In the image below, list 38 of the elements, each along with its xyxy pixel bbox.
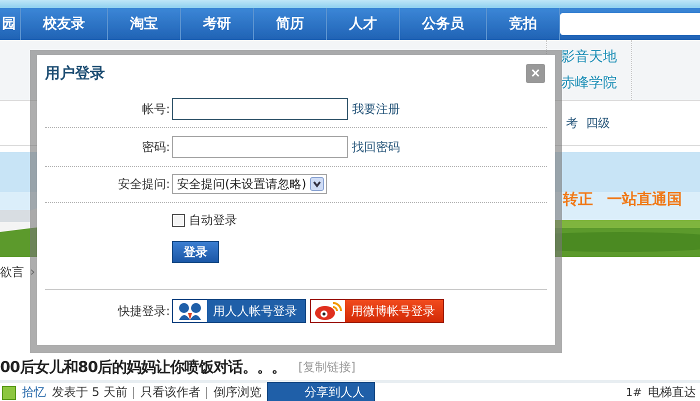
weibo-login-button[interactable]: 用微博帐号登录 bbox=[310, 299, 444, 323]
auto-login-label: 自动登录 bbox=[189, 212, 237, 229]
reverse-order-link[interactable]: 倒序浏览 bbox=[213, 384, 262, 401]
register-link[interactable]: 我要注册 bbox=[352, 100, 400, 118]
field-label: 帐号: bbox=[140, 100, 170, 118]
tag-link[interactable]: 考 bbox=[566, 114, 578, 132]
author-link[interactable]: 拾忆 bbox=[22, 384, 46, 401]
breadcrumb-separator: › bbox=[30, 264, 36, 280]
subnav-link[interactable]: 赤峰学院 bbox=[561, 74, 617, 92]
copy-link[interactable]: [复制链接] bbox=[298, 358, 356, 376]
question-select[interactable]: 安全提问(未设置请忽略) bbox=[172, 174, 328, 194]
thread-title: 00后女儿和80后的妈妈让你喷饭对话。。。 bbox=[0, 358, 286, 376]
login-button[interactable]: 登录 bbox=[172, 241, 219, 263]
people-icon bbox=[173, 300, 207, 322]
field-label: 密码: bbox=[140, 138, 170, 156]
jump-link[interactable]: 电梯直达 bbox=[648, 384, 696, 401]
user-icon bbox=[2, 386, 16, 400]
tag-link[interactable]: 四级 bbox=[586, 114, 610, 132]
eye-icon bbox=[311, 300, 345, 322]
share-button[interactable]: 分享到人人 bbox=[267, 382, 376, 401]
breadcrumb-text[interactable]: 欲言 bbox=[0, 264, 24, 280]
floor-number: 1# bbox=[626, 386, 642, 399]
password-field[interactable] bbox=[172, 136, 348, 158]
dialog-title: 用户登录 bbox=[45, 64, 105, 82]
post-time: 发表于 5 天前 bbox=[52, 384, 128, 401]
caret-icon bbox=[310, 177, 324, 191]
search-field[interactable] bbox=[560, 13, 700, 35]
field-label: 快捷登录: bbox=[116, 302, 170, 320]
account-field[interactable] bbox=[172, 98, 348, 120]
close-button[interactable]: × bbox=[526, 64, 545, 82]
banner-text: 转正 bbox=[563, 190, 593, 209]
auto-login-checkbox[interactable] bbox=[172, 214, 185, 227]
banner-text: 一站直通国 bbox=[607, 190, 682, 209]
subnav-link[interactable]: 影音天地 bbox=[561, 48, 617, 66]
field-label: 安全提问: bbox=[116, 176, 170, 192]
recover-password-link[interactable]: 找回密码 bbox=[352, 138, 400, 156]
renren-login-button[interactable]: 用人人帐号登录 bbox=[172, 299, 306, 323]
only-author-link[interactable]: 只看该作者 bbox=[140, 384, 200, 401]
